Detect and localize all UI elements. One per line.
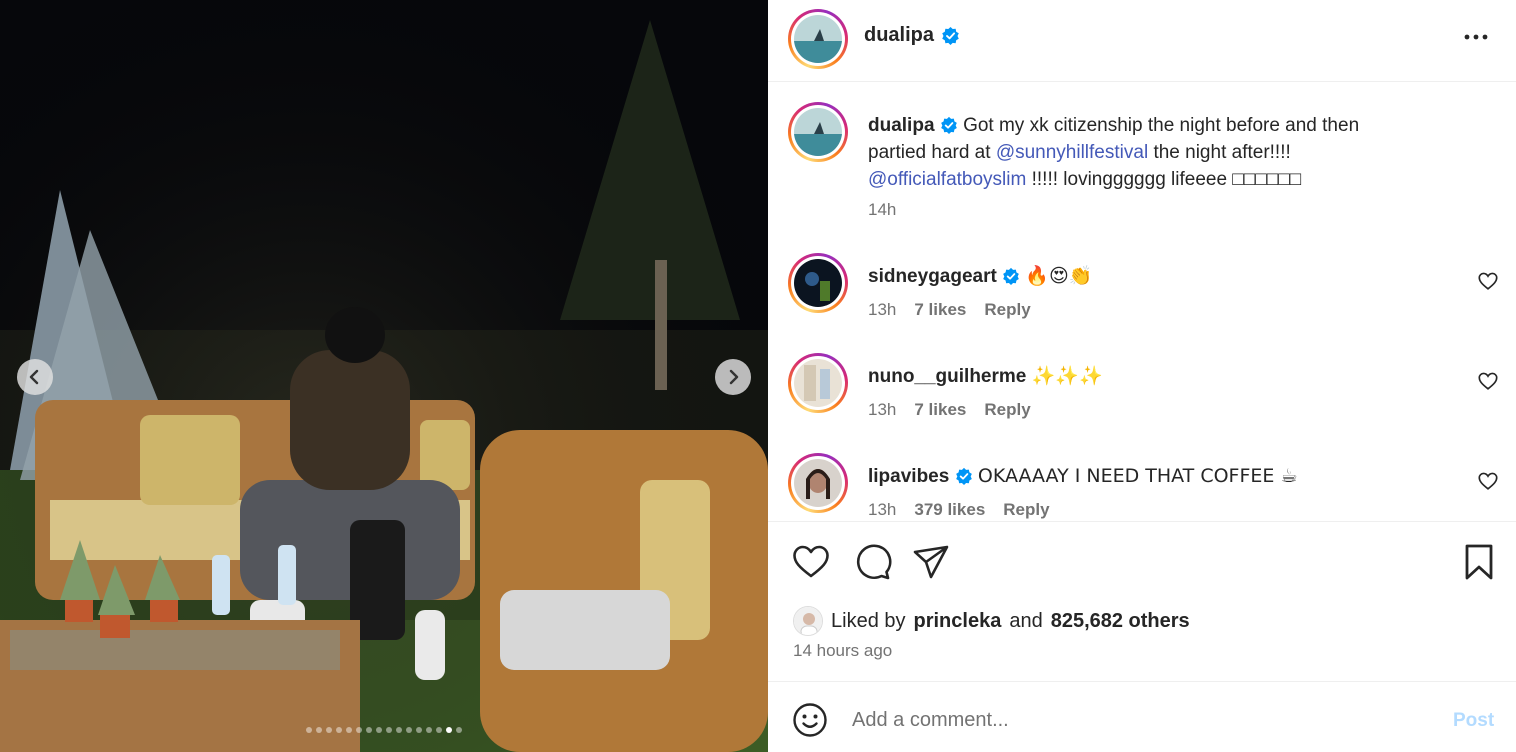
reply-button[interactable]: Reply: [1003, 500, 1049, 520]
commenter-avatar[interactable]: [788, 253, 848, 313]
avatar-image: [794, 108, 842, 156]
likes-count[interactable]: 825,682 others: [1051, 610, 1190, 633]
verified-badge-icon: [940, 116, 957, 134]
chevron-left-icon: [29, 369, 39, 385]
avatar-image: [794, 15, 842, 63]
comment-icon[interactable]: [852, 542, 892, 582]
chevron-right-icon: [729, 369, 739, 385]
comment-likes[interactable]: 7 likes: [914, 400, 966, 420]
caption-text: dualipa Got my xk citizenship the night …: [868, 112, 1428, 193]
comment-time[interactable]: 13h: [868, 300, 896, 320]
caption-line2-start: partied hard at: [868, 142, 996, 163]
reply-button[interactable]: Reply: [984, 300, 1030, 320]
comment-input[interactable]: [852, 704, 1412, 736]
verified-badge-icon: [1003, 267, 1019, 285]
post-comment-button[interactable]: Post: [1453, 710, 1494, 732]
avatar-image: [794, 607, 822, 635]
carousel-dot: [456, 727, 462, 733]
comment-like-heart-icon[interactable]: [1477, 370, 1499, 392]
commenter-avatar[interactable]: [788, 353, 848, 413]
comment-item: sidneygageart 🔥😍👏 13h 7 likes Reply: [768, 253, 1516, 348]
liked-by-conj: and: [1009, 609, 1043, 632]
liker-avatar[interactable]: [793, 606, 823, 636]
smiley-icon[interactable]: [792, 702, 828, 738]
caption-username[interactable]: dualipa: [868, 115, 935, 136]
mention-link[interactable]: @officialfatboyslim: [868, 169, 1026, 190]
carousel-dot: [326, 727, 332, 733]
comment-item: lipavibes OKAAAAY I NEED THAT COFFEE ☕ 1…: [768, 453, 1516, 521]
more-options-icon[interactable]: [1462, 26, 1490, 48]
reply-button[interactable]: Reply: [984, 400, 1030, 420]
carousel-dot: [436, 727, 442, 733]
caption-line1: Got my xk citizenship the night before a…: [963, 115, 1360, 136]
comment-username[interactable]: lipavibes: [868, 466, 949, 487]
comment-time[interactable]: 13h: [868, 500, 896, 520]
comment-likes[interactable]: 379 likes: [914, 500, 985, 520]
carousel-dot: [366, 727, 372, 733]
commenter-avatar[interactable]: [788, 453, 848, 513]
author-avatar[interactable]: [788, 9, 848, 69]
avatar-image: [794, 459, 842, 507]
avatar-image: [794, 359, 842, 407]
photo-scene: [0, 0, 768, 752]
carousel-indicator: [0, 727, 768, 733]
post-header: dualipa: [768, 0, 1516, 82]
caption-line2-end: the night after!!!!: [1148, 142, 1291, 163]
caption-avatar[interactable]: [788, 102, 848, 162]
caption-line3-end: !!!!! lovingggggg lifeeee □□□□□□: [1026, 169, 1302, 190]
comments-section[interactable]: dualipa Got my xk citizenship the night …: [768, 83, 1516, 521]
carousel-dot: [306, 727, 312, 733]
carousel-dot: [446, 727, 452, 733]
carousel-dot: [376, 727, 382, 733]
next-image-button[interactable]: [715, 359, 751, 395]
caption: dualipa Got my xk citizenship the night …: [768, 102, 1516, 242]
post-photo[interactable]: [0, 0, 768, 752]
author-username[interactable]: dualipa: [864, 24, 934, 47]
carousel-dot: [336, 727, 342, 733]
previous-image-button[interactable]: [17, 359, 53, 395]
carousel-dot: [346, 727, 352, 733]
comment-time[interactable]: 13h: [868, 400, 896, 420]
liker-username[interactable]: princleka: [914, 610, 1002, 633]
comment-username[interactable]: sidneygageart: [868, 266, 997, 287]
carousel-dot: [386, 727, 392, 733]
post-timestamp[interactable]: 14 hours ago: [793, 641, 892, 661]
carousel-dot: [396, 727, 402, 733]
carousel-dot: [316, 727, 322, 733]
comment-username[interactable]: nuno__guilherme: [868, 366, 1026, 387]
verified-badge-icon: [942, 26, 959, 45]
comment-text: OKAAAAY I NEED THAT COFFEE ☕: [977, 465, 1298, 487]
comment-like-heart-icon[interactable]: [1477, 270, 1499, 292]
bookmark-icon[interactable]: [1459, 542, 1499, 582]
comment-item: nuno__guilherme ✨✨✨ 13h 7 likes Reply: [768, 353, 1516, 448]
verified-badge-icon: [955, 467, 972, 485]
caption-timestamp[interactable]: 14h: [868, 200, 896, 220]
paper-plane-icon[interactable]: [911, 542, 951, 582]
carousel-dot: [426, 727, 432, 733]
mention-link[interactable]: @sunnyhillfestival: [996, 142, 1148, 163]
post-details-panel: dualipa dualipa Got my xk citizenship th…: [768, 0, 1516, 752]
carousel-dot: [416, 727, 422, 733]
post-actions: Liked by princleka and 825,682 others 14…: [768, 521, 1516, 681]
carousel-dot: [356, 727, 362, 733]
add-comment-bar: Post: [768, 681, 1516, 752]
avatar-image: [794, 259, 842, 307]
heart-icon[interactable]: [791, 542, 831, 582]
liked-by-prefix: Liked by: [831, 609, 906, 632]
comment-like-heart-icon[interactable]: [1477, 470, 1499, 492]
liked-by-line: Liked by princleka and 825,682 others: [793, 606, 1190, 636]
carousel-dot: [406, 727, 412, 733]
comment-text: 🔥😍👏: [1025, 265, 1093, 287]
comment-text: ✨✨✨: [1031, 365, 1103, 387]
comment-likes[interactable]: 7 likes: [914, 300, 966, 320]
